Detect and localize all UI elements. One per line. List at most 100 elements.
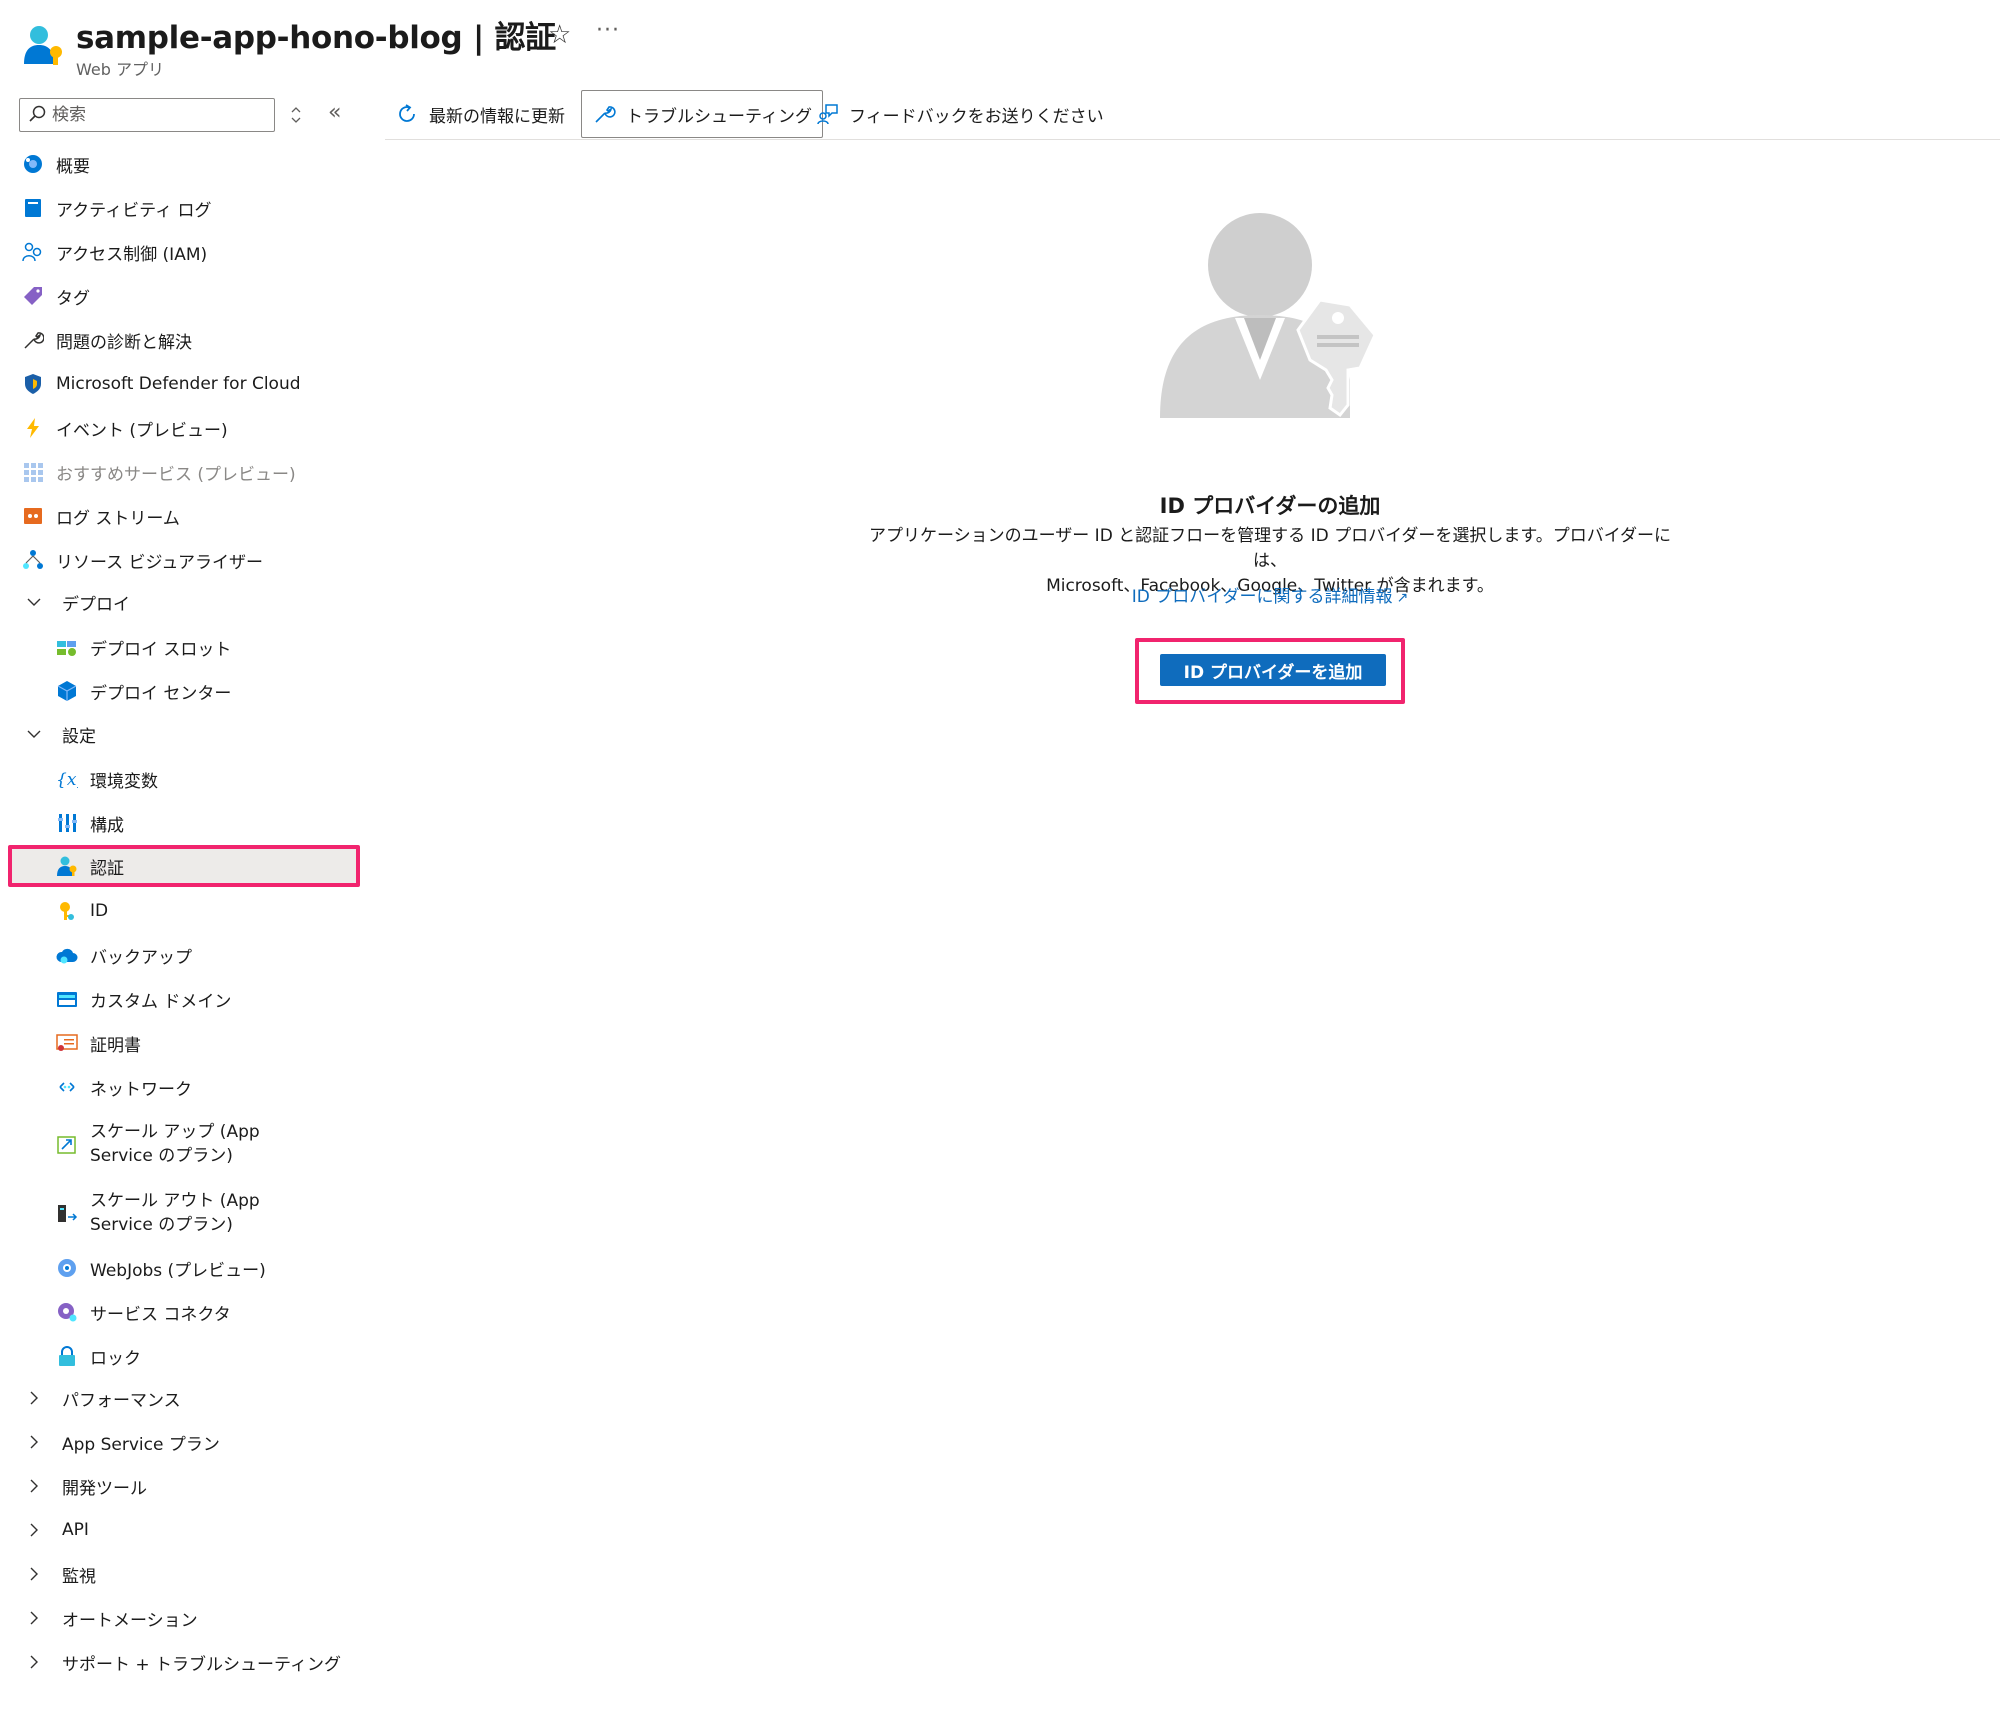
sidebar-item-label: Microsoft Defender for Cloud: [56, 374, 301, 394]
tag-icon: [24, 287, 42, 305]
sidebar-group-dev-tools[interactable]: 開発ツール: [26, 1468, 147, 1504]
sidebar-item-scale-up[interactable]: スケール アップ (App Service のプラン): [56, 1119, 280, 1169]
custom-domain-icon: [57, 992, 77, 1007]
search-input[interactable]: [52, 102, 267, 128]
add-identity-provider-button[interactable]: ID プロバイダーを追加: [1160, 654, 1386, 686]
page-title: sample-app-hono-blog | 認証: [76, 20, 556, 56]
sidebar-item-label: ネットワーク: [90, 1079, 192, 1100]
authentication-icon: [57, 856, 77, 876]
sidebar-group-label: オートメーション: [62, 1610, 198, 1631]
chevron-right-icon: [30, 1391, 38, 1405]
sidebar-item-certificates[interactable]: 証明書: [56, 1025, 141, 1061]
sidebar-item-deployment-center[interactable]: デプロイ センター: [56, 673, 231, 709]
deployment-center-icon: [57, 681, 77, 701]
variable-icon: {x}: [56, 770, 78, 790]
sidebar-item-tags[interactable]: タグ: [22, 278, 90, 314]
search-icon: [29, 105, 46, 122]
chevron-right-icon: [30, 1655, 38, 1669]
sidebar-item-label: リソース ビジュアライザー: [56, 552, 264, 573]
sidebar-group-monitoring[interactable]: 監視: [26, 1556, 96, 1592]
certificate-icon: [56, 1034, 78, 1051]
description-line-1: アプリケーションのユーザー ID と認証フローを管理する ID プロバイダーを選…: [868, 526, 1672, 571]
sidebar-item-locks[interactable]: ロック: [56, 1338, 141, 1374]
chevron-right-icon: [30, 1479, 38, 1493]
wrench-icon: [24, 332, 44, 349]
sidebar-item-label: カスタム ドメイン: [90, 991, 232, 1012]
feedback-button[interactable]: フィードバックをお送りください: [815, 90, 1104, 138]
sidebar-item-webjobs[interactable]: WebJobs (プレビュー): [56, 1250, 266, 1286]
page-subtitle: Web アプリ: [76, 60, 164, 79]
sidebar-item-recommended[interactable]: おすすめサービス (プレビュー): [22, 454, 296, 490]
page-header: sample-app-hono-blog | 認証 Web アプリ ☆ ···: [0, 0, 2000, 85]
toolbar-divider: [385, 139, 2000, 140]
sidebar-item-label: 認証: [90, 858, 124, 879]
sidebar-item-scale-out[interactable]: スケール アウト (App Service のプラン): [56, 1188, 280, 1238]
ellipsis-icon[interactable]: ···: [596, 18, 620, 43]
wrench-icon: [595, 106, 616, 123]
star-icon[interactable]: ☆: [548, 20, 571, 50]
configuration-icon: [58, 814, 77, 832]
chevron-right-icon: [30, 1523, 38, 1537]
backup-cloud-icon: [56, 948, 78, 964]
sidebar-item-networking[interactable]: ネットワーク: [56, 1069, 192, 1105]
sidebar-item-events[interactable]: イベント (プレビュー): [22, 410, 228, 446]
deployment-slots-icon: [57, 641, 76, 656]
sidebar-group-label: 開発ツール: [62, 1478, 147, 1499]
chevron-right-icon: [30, 1435, 38, 1449]
sidebar-group-api[interactable]: API: [26, 1512, 89, 1548]
sidebar-group-label: パフォーマンス: [62, 1390, 181, 1411]
sidebar-item-label: アクティビティ ログ: [56, 200, 212, 221]
sidebar-item-label: イベント (プレビュー): [56, 420, 228, 441]
collapse-sidebar-icon[interactable]: «: [328, 100, 341, 125]
sidebar-item-label: 証明書: [90, 1035, 141, 1056]
sidebar-item-diagnose[interactable]: 問題の診断と解決: [22, 322, 192, 358]
sidebar-item-defender[interactable]: Microsoft Defender for Cloud: [22, 366, 301, 402]
sidebar-item-environment-variables[interactable]: {x} 環境変数: [56, 761, 158, 797]
sidebar-item-deployment-slots[interactable]: デプロイ スロット: [56, 629, 231, 665]
webjobs-icon: [58, 1259, 76, 1277]
sidebar-item-resource-visualizer[interactable]: リソース ビジュアライザー: [22, 542, 263, 578]
refresh-label: 最新の情報に更新: [429, 106, 565, 127]
sidebar-item-iam[interactable]: アクセス制御 (IAM): [22, 234, 207, 270]
sidebar-item-configuration[interactable]: 構成: [56, 805, 124, 841]
iam-icon: [22, 242, 42, 262]
identity-key-icon: [60, 902, 74, 920]
sidebar-group-automation[interactable]: オートメーション: [26, 1600, 198, 1636]
troubleshoot-button[interactable]: トラブルシューティング: [581, 90, 823, 138]
sidebar-item-label: バックアップ: [90, 947, 192, 968]
sidebar-item-label: おすすめサービス (プレビュー): [56, 464, 296, 485]
web-app-icon: [24, 26, 62, 65]
sidebar-item-authentication[interactable]: 認証: [56, 848, 124, 884]
identity-provider-illustration: [1160, 213, 1377, 418]
sidebar-item-identity[interactable]: ID: [56, 893, 108, 929]
sidebar-item-label: 環境変数: [90, 771, 158, 792]
defender-shield-icon: [25, 374, 41, 394]
learn-more-label: ID プロバイダーに関する詳細情報: [1131, 587, 1393, 607]
sidebar-item-label: スケール アウト (App Service のプラン): [90, 1191, 260, 1235]
sidebar-item-custom-domains[interactable]: カスタム ドメイン: [56, 981, 231, 1017]
sidebar-group-app-service-plan[interactable]: App Service プラン: [26, 1424, 220, 1460]
sidebar-item-activity-log[interactable]: アクティビティ ログ: [22, 190, 212, 226]
empty-state-title: ID プロバイダーの追加: [1159, 494, 1381, 518]
grid-icon: [24, 463, 43, 482]
sidebar-item-service-connector[interactable]: サービス コネクタ: [56, 1294, 231, 1330]
network-icon: [59, 1082, 75, 1092]
feedback-icon: [817, 104, 838, 125]
sidebar-group-support[interactable]: サポート + トラブルシューティング: [26, 1644, 341, 1680]
sidebar-group-performance[interactable]: パフォーマンス: [26, 1380, 181, 1416]
svg-text:{x}: {x}: [56, 770, 78, 790]
sidebar-item-backup[interactable]: バックアップ: [56, 937, 192, 973]
refresh-button[interactable]: 最新の情報に更新: [395, 90, 565, 138]
sidebar-group-settings[interactable]: 設定: [26, 716, 96, 752]
sidebar-item-overview[interactable]: 概要: [22, 146, 90, 182]
lightning-icon: [27, 418, 39, 438]
learn-more-link[interactable]: ID プロバイダーに関する詳細情報 ↗: [0, 582, 2000, 607]
sort-icon[interactable]: [287, 104, 305, 126]
sidebar-item-label: サービス コネクタ: [90, 1304, 231, 1325]
lock-icon: [59, 1346, 75, 1366]
sidebar-search[interactable]: [19, 98, 275, 132]
sidebar-item-label: ロック: [90, 1348, 141, 1369]
resource-visualizer-icon: [23, 550, 43, 569]
sidebar-item-label: アクセス制御 (IAM): [56, 244, 208, 265]
overview-icon: [24, 155, 42, 173]
